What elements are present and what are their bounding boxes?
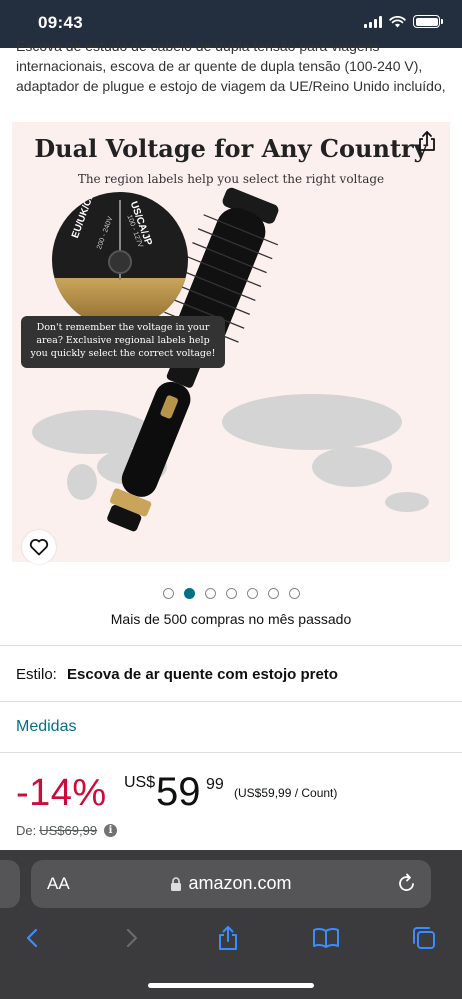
wishlist-button[interactable] xyxy=(22,530,56,564)
status-time: 09:43 xyxy=(38,13,83,32)
carousel-dot[interactable] xyxy=(162,588,174,599)
divider xyxy=(0,752,462,753)
battery-icon xyxy=(413,15,443,28)
price-whole: 59 xyxy=(156,770,201,814)
divider xyxy=(0,645,462,646)
status-icons xyxy=(364,15,443,28)
carousel-dot[interactable] xyxy=(246,588,258,599)
forward-button[interactable] xyxy=(116,922,148,954)
bookmarks-button[interactable] xyxy=(310,922,342,954)
previous-tab-peek[interactable] xyxy=(0,860,20,908)
chevron-right-icon xyxy=(126,928,138,948)
lock-icon xyxy=(171,876,182,891)
divider xyxy=(0,701,462,702)
carousel-dot[interactable] xyxy=(183,588,195,599)
share-button[interactable] xyxy=(412,126,442,156)
style-selector[interactable]: Estilo: Escova de ar quente com estojo p… xyxy=(16,666,338,683)
url-text: amazon.com xyxy=(188,873,292,893)
voltage-label-closeup: EU/UK/CN 200 - 240V US/CA/JP 100 - 127V xyxy=(52,192,188,328)
unit-price: (US$59,99 / Count) xyxy=(234,786,338,800)
list-price-label: De: xyxy=(16,823,37,838)
image-title: Dual Voltage for Any Country xyxy=(34,134,428,163)
book-icon xyxy=(313,927,339,948)
carousel-dot[interactable] xyxy=(225,588,237,599)
tabs-icon xyxy=(413,927,435,949)
medidas-link[interactable]: Medidas xyxy=(16,718,76,736)
carousel-dot[interactable] xyxy=(267,588,279,599)
address-bar[interactable]: AA amazon.com xyxy=(31,860,431,908)
carousel-dot[interactable] xyxy=(288,588,300,599)
share-page-button[interactable] xyxy=(212,922,244,954)
purchases-count: Mais de 500 compras no mês passado xyxy=(110,611,352,627)
carousel-dot[interactable] xyxy=(204,588,216,599)
home-indicator xyxy=(148,983,314,988)
style-value: Escova de ar quente com estojo preto xyxy=(67,666,338,683)
back-button[interactable] xyxy=(16,922,48,954)
price-currency: US$ xyxy=(124,774,156,791)
label-eu-voltage: 200 - 240V xyxy=(96,215,115,251)
cellular-signal-icon xyxy=(364,15,382,28)
voltage-callout: Don't remember the voltage in your area?… xyxy=(21,316,225,368)
tabs-button[interactable] xyxy=(408,922,440,954)
share-icon xyxy=(419,131,435,151)
reload-button[interactable] xyxy=(397,872,417,899)
chevron-left-icon xyxy=(26,928,38,948)
reload-icon xyxy=(399,873,414,891)
share-icon xyxy=(219,926,237,950)
browser-toolbar xyxy=(0,918,462,958)
discount-percentage: -14% xyxy=(16,772,107,814)
list-price-value: US$69,99 xyxy=(39,823,98,838)
style-label: Estilo: xyxy=(16,666,57,683)
wifi-icon xyxy=(389,15,406,27)
heart-icon xyxy=(29,539,49,556)
list-price: De: US$69,99 i xyxy=(16,823,118,838)
product-image[interactable]: Dual Voltage for Any Country The region … xyxy=(12,122,450,562)
image-subtitle: The region labels help you select the ri… xyxy=(77,172,385,186)
info-icon[interactable]: i xyxy=(104,824,118,837)
price-cents: 99 xyxy=(206,776,224,793)
product-description: Escova de estudo de cabelo de dupla tens… xyxy=(16,38,446,94)
carousel-dots[interactable] xyxy=(0,588,462,599)
